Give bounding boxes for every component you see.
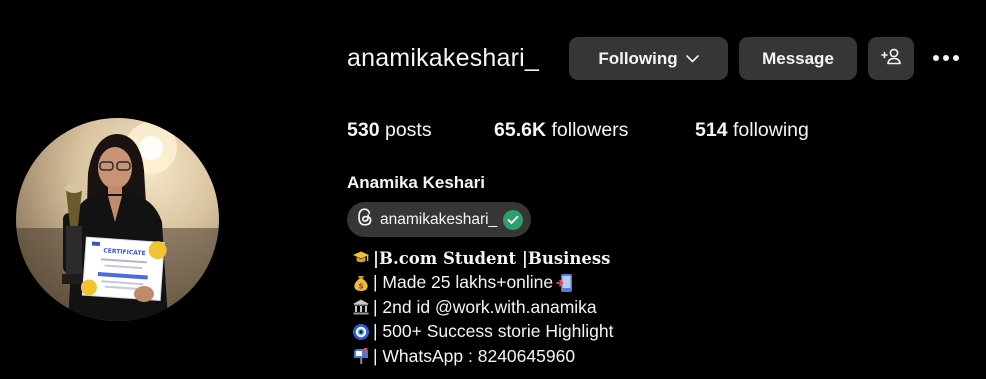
bank-icon bbox=[351, 297, 371, 317]
message-button[interactable]: Message bbox=[739, 37, 857, 80]
message-button-label: Message bbox=[762, 48, 834, 68]
following-button-label: Following bbox=[598, 48, 678, 68]
bio-line: |B.com Student |Business bbox=[351, 246, 613, 271]
bio-text: | 500+ Success storie Highlight bbox=[373, 321, 614, 342]
similar-accounts-button[interactable] bbox=[868, 37, 914, 80]
profile-username: anamikakeshari_ bbox=[347, 44, 539, 72]
mobile-arrow-icon bbox=[555, 273, 575, 293]
svg-text:$: $ bbox=[358, 281, 364, 290]
profile-bio: |B.com Student |Business $ | Made 25 lak… bbox=[351, 246, 613, 369]
posts-count-value: 530 bbox=[347, 119, 380, 141]
chevron-down-icon bbox=[685, 54, 699, 63]
nazar-amulet-icon bbox=[351, 322, 371, 342]
more-dot bbox=[953, 55, 959, 61]
following-button[interactable]: Following bbox=[569, 37, 728, 80]
more-horizontal-icon[interactable] bbox=[929, 46, 963, 70]
followers-count[interactable]: 65.6K followers bbox=[494, 119, 628, 142]
profile-full-name: Anamika Keshari bbox=[347, 173, 485, 192]
threads-icon bbox=[356, 207, 374, 232]
bio-line: | 500+ Success storie Highlight bbox=[351, 320, 613, 345]
verified-check-icon bbox=[503, 209, 524, 230]
bio-line: | WhatsApp : 8240645960 bbox=[351, 344, 613, 369]
threads-link[interactable]: anamikakeshari_ bbox=[347, 202, 532, 237]
profile-header: CERTIFICATE anamikakeshari_ Following Me… bbox=[0, 0, 986, 379]
following-count-value: 514 bbox=[695, 119, 728, 141]
graduation-cap-icon bbox=[351, 248, 371, 268]
following-count[interactable]: 514 following bbox=[695, 119, 809, 142]
bio-line: $ | Made 25 lakhs+online bbox=[351, 271, 613, 296]
money-bag-icon: $ bbox=[351, 273, 371, 293]
following-count-label: following bbox=[732, 119, 809, 141]
posts-count-label: posts bbox=[384, 119, 432, 141]
bio-text: |B.com Student |Business bbox=[373, 248, 611, 268]
bio-text: | Made 25 lakhs+online bbox=[373, 272, 554, 293]
more-dot bbox=[943, 55, 949, 61]
add-person-icon bbox=[880, 47, 902, 70]
profile-avatar[interactable]: CERTIFICATE bbox=[16, 118, 219, 321]
bio-line: | 2nd id @work.with.anamika bbox=[351, 295, 613, 320]
posts-count[interactable]: 530 posts bbox=[347, 119, 432, 142]
bio-text: | WhatsApp : 8240645960 bbox=[373, 345, 576, 366]
bio-text: | 2nd id @work.with.anamika bbox=[373, 296, 597, 317]
avatar-photo: CERTIFICATE bbox=[16, 122, 219, 321]
followers-count-label: followers bbox=[551, 119, 629, 141]
threads-handle: anamikakeshari_ bbox=[380, 210, 498, 228]
followers-count-value: 65.6K bbox=[494, 119, 547, 141]
mailbox-icon bbox=[351, 346, 371, 366]
more-dot bbox=[933, 55, 939, 61]
